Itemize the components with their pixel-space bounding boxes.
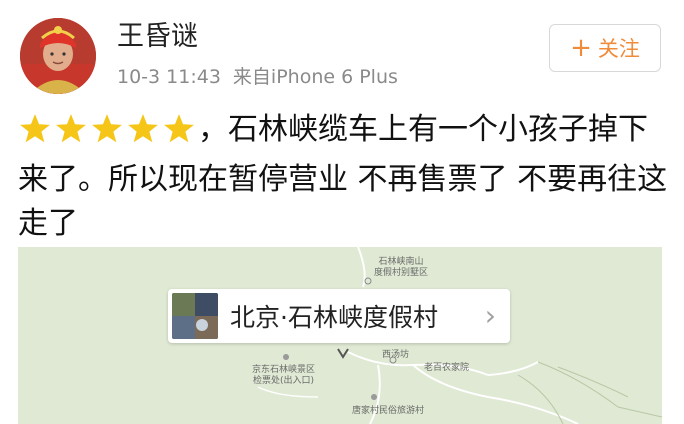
post-time: 10-3 11:43	[117, 66, 221, 88]
post-meta: 10-3 11:43 来自iPhone 6 Plus	[117, 64, 398, 90]
map-label-right: 老百农家院	[424, 363, 470, 373]
star-icon	[56, 114, 86, 143]
plus-icon: +	[570, 33, 592, 63]
location-link[interactable]: 北京·石林峡度假村 ›	[168, 289, 510, 343]
map-label-left-line2: 检票处(出入口)	[252, 376, 315, 386]
avatar[interactable]	[20, 18, 96, 94]
follow-button[interactable]: + 关注	[549, 24, 661, 72]
map-label-left-line1: 京东石林峡景区	[252, 365, 316, 375]
star-icon	[128, 114, 158, 143]
map-card[interactable]: 石林峡南山 度假村别墅区 京东石林峡景区 检票处(出入口) 西汤坊 老百农家院 …	[18, 247, 662, 424]
chevron-right-icon: ›	[484, 299, 496, 332]
map-label-left: 京东石林峡景区 检票处(出入口)	[252, 365, 315, 387]
location-pin-icon	[337, 348, 349, 359]
star-icon	[164, 114, 194, 143]
map-label-bottom: 唐家村民俗旅游村	[352, 406, 425, 416]
star-icon	[20, 114, 50, 143]
username[interactable]: 王昏谜	[117, 20, 198, 54]
map-label-top-line2: 度假村别墅区	[374, 268, 429, 278]
avatar-image	[20, 18, 96, 94]
location-name: 北京·石林峡度假村	[230, 303, 438, 332]
rating-stars	[18, 113, 198, 158]
location-thumbnail	[172, 293, 218, 339]
post-text: ，石林峡缆车上有一个小孩子掉下来了。所以现在暂停营业 不再售票了 不要再往这走了	[18, 108, 668, 246]
post-source[interactable]: 来自iPhone 6 Plus	[233, 66, 398, 88]
map-label-top: 石林峡南山 度假村别墅区	[374, 257, 428, 279]
map-label-top-line1: 石林峡南山	[378, 257, 424, 267]
location-photo-icon	[172, 293, 218, 339]
follow-button-label: 关注	[597, 37, 640, 61]
map-label-mid: 西汤坊	[382, 350, 410, 360]
weibo-post: 王昏谜 10-3 11:43 来自iPhone 6 Plus + 关注 ，石林峡缆…	[0, 0, 684, 424]
star-icon	[92, 114, 122, 143]
